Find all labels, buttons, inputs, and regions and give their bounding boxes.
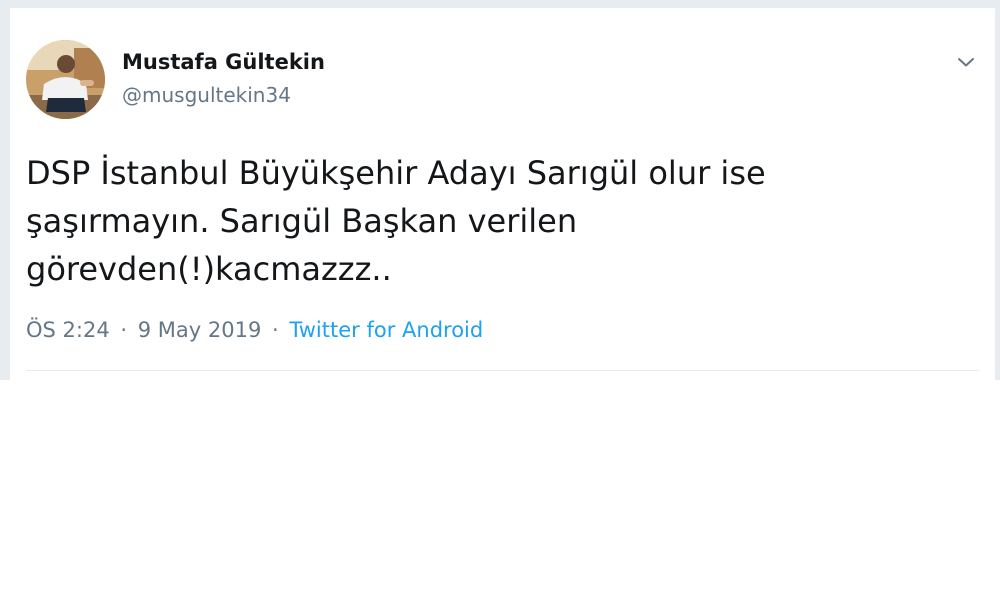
tweet-source-link[interactable]: Twitter for Android — [289, 318, 483, 342]
avatar[interactable] — [26, 40, 105, 119]
author-handle[interactable]: @musgultekin34 — [122, 83, 291, 107]
meta-separator: · — [272, 318, 279, 342]
tweet-text: DSP İstanbul Büyükşehir Adayı Sarıgül ol… — [26, 154, 766, 288]
tweet-time[interactable]: ÖS 2:24 — [26, 318, 110, 342]
tweet-card: Mustafa Gültekin @musgultekin34 DSP İsta… — [10, 8, 995, 380]
chevron-down-icon[interactable] — [954, 50, 978, 74]
avatar-photo — [26, 40, 105, 119]
author-name[interactable]: Mustafa Gültekin — [122, 50, 325, 74]
divider — [26, 370, 979, 371]
tweet-date[interactable]: 9 May 2019 — [138, 318, 262, 342]
meta-separator: · — [120, 318, 128, 342]
tweet-meta: ÖS 2:24 · 9 May 2019 · Twitter for Andro… — [26, 318, 483, 342]
